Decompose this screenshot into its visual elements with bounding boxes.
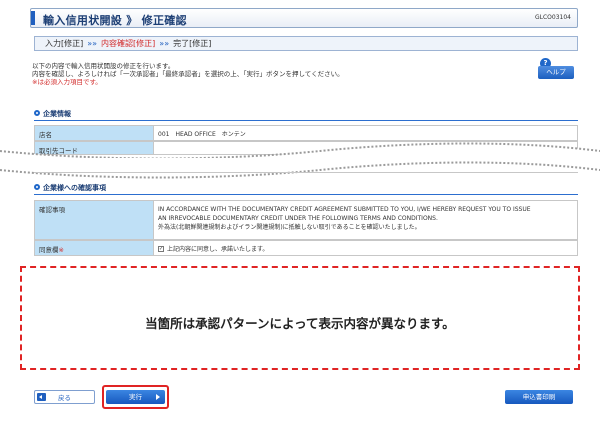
instructions: 以下の内容で輸入信用状開設の修正を行います。 内容を確認し、よろしければ「一次承…: [32, 62, 344, 86]
title-accent: [31, 11, 35, 25]
instruction-line: 以下の内容で輸入信用状開設の修正を行います。: [32, 62, 175, 70]
table-row-agree: 同意欄※ ✓ 上記内容に同意し、承諾いたします。: [34, 240, 578, 256]
screen-id: GLCO03104: [535, 14, 571, 21]
page-title: 輸入信用状開設 》 修正確認: [43, 14, 187, 27]
store-label: 店名: [35, 126, 154, 140]
section-rule: [34, 120, 578, 121]
required-mark: ※: [58, 246, 64, 254]
instruction-line: 内容を確認し、よろしければ「一次承認者」「最終承認者」を選択の上、「実行」ボタン…: [32, 70, 344, 78]
confirm-text-line: 外為法(北朝鮮関連規制およびイラン関連規制)に抵触しない取引であることを確認いた…: [158, 224, 421, 231]
table-bottom-rule: [34, 172, 578, 173]
confirm-text-line: IN ACCORDANCE WITH THE DOCUMENTARY CREDI…: [158, 206, 531, 213]
agree-label-text: 同意欄: [39, 246, 59, 254]
store-value: 001 HEAD OFFICE ホンテン: [158, 131, 246, 138]
section-bullet-icon: [34, 184, 40, 190]
execute-button-label: 実行: [129, 393, 142, 401]
print-application-button[interactable]: 申込書印刷: [505, 390, 573, 404]
section-bullet-icon: [34, 110, 40, 116]
step-indicator: 入力[修正]»» 内容確認[修正]»» 完了[修正]: [34, 36, 578, 51]
required-note: ※は必須入力項目です。: [32, 78, 102, 86]
forward-arrow-icon: [156, 394, 160, 400]
step-input: 入力[修正]: [45, 39, 84, 48]
table-row-store: 店名 001 HEAD OFFICE ホンテン: [34, 125, 578, 141]
step-confirm-current: 内容確認[修正]: [101, 39, 156, 48]
agree-field: ✓ 上記内容に同意し、承諾いたします。: [158, 244, 268, 253]
back-arrow-icon: [37, 393, 46, 401]
confirm-text-line: AN IRREVOCABLE DOCUMENTARY CREDIT UNDER …: [158, 215, 438, 222]
section-heading-text: 企業様への確認事項: [43, 184, 106, 192]
placeholder-note: 当箇所は承認パターンによって表示内容が異なります。: [145, 316, 455, 331]
confirm-text: IN ACCORDANCE WITH THE DOCUMENTARY CREDI…: [158, 205, 531, 232]
section-heading-company: 企業情報: [34, 109, 71, 119]
page-title-bar: 輸入信用状開設 》 修正確認 GLCO03104: [30, 8, 578, 28]
step-separator: »»: [159, 39, 170, 48]
step-separator: »»: [87, 39, 98, 48]
help-button[interactable]: ヘルプ: [538, 66, 574, 79]
agree-label: 同意欄※: [35, 241, 154, 255]
confirm-item-label: 確認事項: [35, 201, 154, 239]
agree-checkbox-label: 上記内容に同意し、承諾いたします。: [167, 246, 269, 253]
omission-cut: [0, 158, 600, 179]
section-heading-confirm: 企業様への確認事項: [34, 183, 106, 193]
section-rule: [34, 194, 578, 195]
table-row-confirm: 確認事項 IN ACCORDANCE WITH THE DOCUMENTARY …: [34, 200, 578, 240]
back-button[interactable]: 戻る: [34, 390, 95, 404]
execute-button[interactable]: 実行: [106, 390, 165, 404]
step-complete: 完了[修正]: [173, 39, 212, 48]
agree-checkbox[interactable]: ✓: [158, 245, 164, 252]
back-button-label: 戻る: [58, 394, 71, 402]
section-heading-text: 企業情報: [43, 110, 71, 118]
